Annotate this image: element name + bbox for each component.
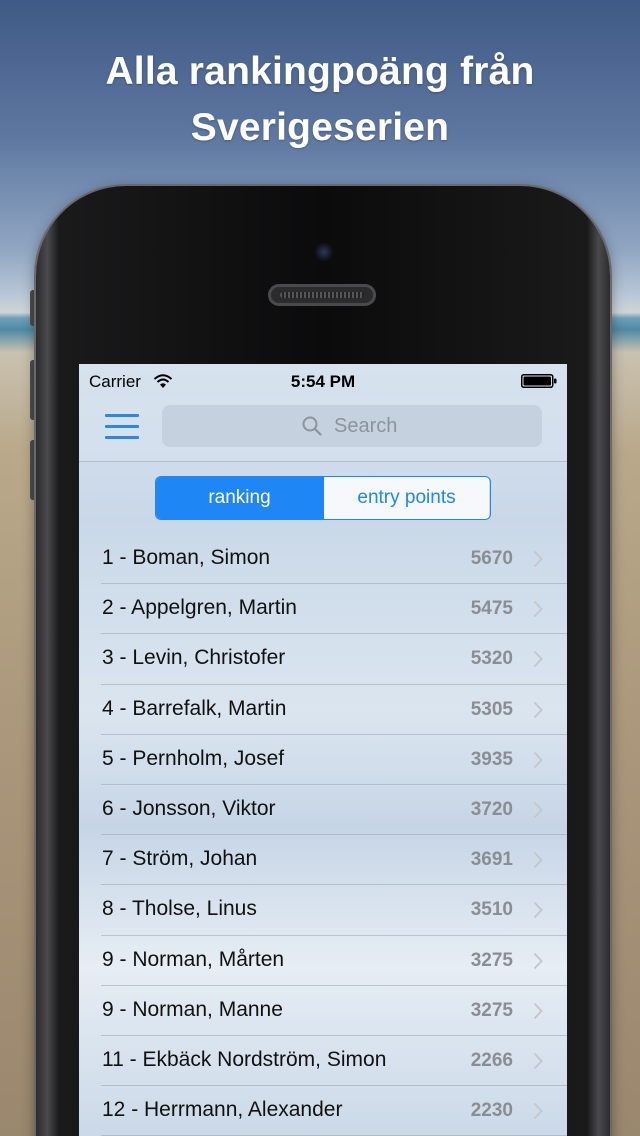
segment-entry-points[interactable]: entry points [323,477,489,519]
speaker-grille [268,284,376,306]
ranking-points: 5320 [470,648,513,670]
player-name: 2 - Appelgren, Martin [102,596,297,620]
player-name: 6 - Jonsson, Viktor [102,796,276,820]
ranking-points: 2230 [470,1100,513,1122]
list-item[interactable]: 3 - Levin, Christofer 5320 [79,634,567,685]
ranking-points: 3275 [470,999,513,1021]
chevron-right-icon [533,801,543,819]
player-name: 3 - Levin, Christofer [102,646,286,670]
chevron-right-icon [533,902,543,919]
player-name: 9 - Norman, Mårten [102,947,285,971]
list-item[interactable]: 9 - Norman, Manne 3275 [79,986,567,1036]
promo-headline-line2: Sverigeserien [190,106,450,149]
list-item[interactable]: 4 - Barrefalk, Martin 5305 [79,685,567,735]
search-input[interactable]: Search [162,405,542,447]
ranking-points: 3691 [470,849,513,871]
ranking-points: 3510 [470,899,513,921]
ranking-points: 3275 [470,949,513,971]
list-item[interactable]: 2 - Appelgren, Martin 5475 [79,584,567,635]
list-item[interactable]: 7 - Ström, Johan 3691 [79,835,567,886]
list-item[interactable]: 11 - Ekbäck Nordström, Simon 2266 [79,1036,567,1087]
player-name: 12 - Herrmann, Alexander [102,1098,343,1122]
ranking-points: 3720 [470,798,513,820]
chevron-right-icon [533,550,543,568]
chevron-right-icon [533,601,543,618]
chevron-right-icon [533,851,543,869]
list-item[interactable]: 12 - Herrmann, Alexander 2230 [79,1086,567,1136]
player-name: 8 - Tholse, Linus [102,897,257,921]
segment-ranking[interactable]: ranking [156,477,323,519]
chevron-right-icon [533,751,543,768]
promo-headline-line1: Alla rankingpoäng från [105,50,535,93]
ranking-type-segmented-control: ranking entry points [155,476,491,520]
chevron-right-icon [533,1052,543,1070]
ranking-points: 3935 [470,748,513,770]
ranking-points: 5670 [470,548,513,569]
player-name: 1 - Boman, Simon [102,546,271,569]
status-bar: Carrier 5:54 PM [79,364,567,398]
camera-icon [314,242,334,262]
menu-icon[interactable] [105,412,141,442]
player-name: 11 - Ekbäck Nordström, Simon [102,1047,387,1071]
battery-icon [521,374,557,388]
list-item[interactable]: 8 - Tholse, Linus 3510 [79,885,567,936]
player-name: 4 - Barrefalk, Martin [102,696,287,720]
status-time: 5:54 PM [290,372,356,391]
player-name: 7 - Ström, Johan [102,847,258,871]
search-placeholder: Search [334,415,398,437]
navigation-bar: Search [79,398,567,462]
list-item[interactable]: 9 - Norman, Mårten 3275 [79,936,567,986]
list-item[interactable]: 6 - Jonsson, Viktor 3720 [79,785,567,836]
search-icon [302,416,322,436]
ranking-points: 5305 [470,698,513,720]
ranking-points: 5475 [470,598,513,620]
player-name: 9 - Norman, Manne [102,997,283,1021]
ranking-list: 1 - Boman, Simon 5670 2 - Appelgren, Marti… [79,534,567,1136]
chevron-right-icon [533,952,543,969]
ranking-points: 2266 [470,1049,513,1071]
player-name: 5 - Pernholm, Josef [102,746,285,770]
chevron-right-icon [533,1102,543,1120]
app-screen: Carrier 5:54 PM Search ranking entry poi… [79,364,567,1136]
chevron-right-icon [533,651,543,668]
list-item[interactable]: 1 - Boman, Simon 5670 [79,534,567,585]
chevron-right-icon [533,701,543,718]
promo-headline: Alla rankingpoäng från Sverigeserien [0,44,640,156]
list-item[interactable]: 5 - Pernholm, Josef 3935 [79,735,567,785]
chevron-right-icon [533,1002,543,1019]
